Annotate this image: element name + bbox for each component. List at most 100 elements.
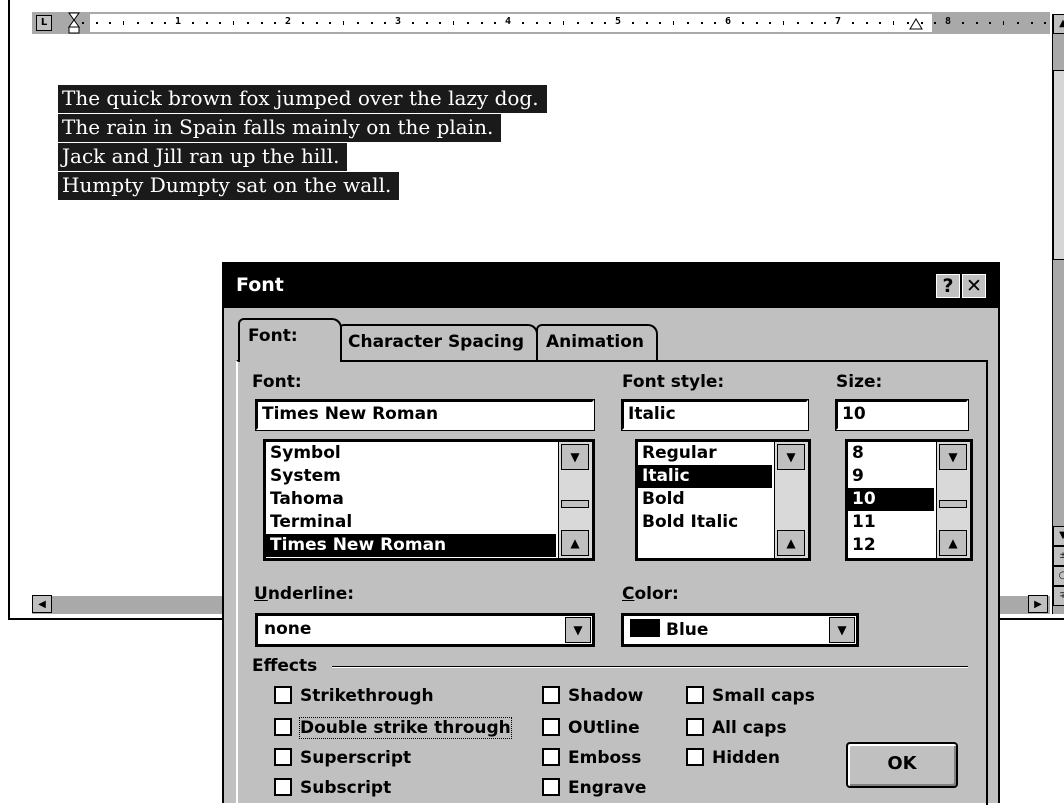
color-label: Color: [622,584,679,604]
checkbox-box[interactable] [542,748,560,766]
ruler-number: 2 [285,16,292,27]
size-list-item[interactable]: 12 [848,534,934,557]
ruler-number: 6 [725,16,732,27]
effects-label: Effects [252,656,318,676]
scroll-right-icon[interactable]: ▶ [1028,595,1048,613]
font-list-item[interactable]: Times New Roman [266,534,556,557]
ruler-number: 4 [505,16,512,27]
small-caps-checkbox[interactable]: Small caps [686,686,815,706]
size-label: Size: [836,372,883,392]
underline-value: none [264,619,312,639]
close-icon[interactable]: ✕ [962,274,986,298]
underline-select[interactable]: none ▼ [255,613,595,647]
chevron-up-icon[interactable]: ▲ [777,530,805,556]
ruler-number: 5 [615,16,622,27]
color-value: Blue [666,620,709,640]
vertical-scrollbar[interactable]: ▲ ▼ ± ○ ∓ [1052,14,1064,614]
size-list-item[interactable]: 11 [848,511,934,534]
text-line[interactable]: Humpty Dumpty sat on the wall. [58,171,547,200]
checkbox-box[interactable] [542,686,560,704]
select-browse-object-icon[interactable]: ○ [1053,566,1064,586]
previous-page-icon[interactable]: ± [1053,546,1064,566]
hidden-checkbox[interactable]: Hidden [686,748,780,768]
tab-character-spacing[interactable]: Character Spacing [338,324,538,360]
chevron-down-icon[interactable]: ▼ [777,444,805,470]
shadow-checkbox[interactable]: Shadow [542,686,643,706]
engrave-checkbox[interactable]: Engrave [542,778,646,798]
font-style-list[interactable]: Regular Italic Bold Bold Italic ▼ ▲ [635,439,811,561]
superscript-checkbox[interactable]: Superscript [274,748,411,768]
subscript-checkbox[interactable]: Subscript [274,778,391,798]
effects-divider [332,666,968,668]
text-line[interactable]: The quick brown fox jumped over the lazy… [58,84,547,113]
tab-font[interactable]: Font: [238,318,342,362]
scroll-thumb[interactable] [561,500,589,508]
tab-animation[interactable]: Animation [536,324,658,360]
checkbox-box[interactable] [542,718,560,736]
font-style-list-scrollbar[interactable]: ▼ ▲ [774,442,808,558]
chevron-down-icon[interactable]: ▼ [829,617,855,643]
ruler-number: 3 [395,16,402,27]
dialog-title: Font [236,274,284,296]
checkbox-box[interactable] [274,748,292,766]
underline-label: Underline: [254,584,355,604]
chevron-up-icon[interactable]: ▲ [561,530,589,556]
chevron-down-icon[interactable]: ▼ [561,444,589,470]
size-list[interactable]: 8 9 10 11 12 ▼ ▲ [845,439,973,561]
scroll-up-icon[interactable]: ▲ [1053,14,1064,34]
size-list-item[interactable]: 8 [848,442,934,465]
strikethrough-checkbox[interactable]: Strikethrough [274,686,434,706]
scroll-thumb[interactable] [939,500,967,508]
checkbox-box[interactable] [542,778,560,796]
chevron-down-icon[interactable]: ▼ [565,617,591,643]
color-select[interactable]: Blue ▼ [621,613,859,647]
font-list[interactable]: Symbol System Tahoma Terminal Times New Roma… [263,439,595,561]
color-swatch [630,619,660,637]
checkbox-box[interactable] [274,686,292,704]
outline-checkbox[interactable]: OUtline [542,718,640,738]
size-input[interactable]: 10 [835,399,969,431]
scroll-left-icon[interactable]: ◀ [32,595,52,613]
font-style-list-item[interactable]: Bold Italic [638,511,772,534]
chevron-down-icon[interactable]: ▼ [939,444,967,470]
text-line[interactable]: The rain in Spain falls mainly on the pl… [58,113,547,142]
font-style-input[interactable]: Italic [621,399,809,431]
checkbox-box[interactable] [274,778,292,796]
ruler-number: 1 [175,16,182,27]
checkbox-box[interactable] [686,686,704,704]
all-caps-checkbox[interactable]: All caps [686,718,787,738]
font-style-list-item[interactable]: Regular [638,442,772,465]
chevron-up-icon[interactable]: ▲ [939,530,967,556]
scroll-thumb[interactable] [1053,70,1064,260]
font-style-label: Font style: [622,372,725,392]
text-line[interactable]: Jack and Jill ran up the hill. [58,142,547,171]
document-body[interactable]: The quick brown fox jumped over the lazy… [58,84,547,200]
emboss-checkbox[interactable]: Emboss [542,748,641,768]
checkbox-box[interactable] [686,718,704,736]
dialog-titlebar[interactable]: Font ? ✕ [224,264,998,308]
next-page-icon[interactable]: ∓ [1053,586,1064,606]
help-icon[interactable]: ? [936,274,960,298]
font-list-item[interactable]: System [266,465,556,488]
ok-button[interactable]: OK [846,742,958,788]
indent-marker-icon[interactable] [68,12,80,34]
font-list-scrollbar[interactable]: ▼ ▲ [558,442,592,558]
tab-stop-selector[interactable]: L [36,15,52,31]
checkbox-box[interactable] [274,718,292,736]
size-list-item[interactable]: 10 [848,488,934,511]
font-name-input[interactable]: Times New Roman [255,399,595,431]
font-style-list-item[interactable]: Italic [638,465,772,488]
size-list-item[interactable]: 9 [848,465,934,488]
ruler-number: 7 [835,16,842,27]
size-list-scrollbar[interactable]: ▼ ▲ [936,442,970,558]
font-list-item[interactable]: Symbol [266,442,556,465]
font-list-item[interactable]: Tahoma [266,488,556,511]
font-style-list-item[interactable]: Bold [638,488,772,511]
scroll-down-icon[interactable]: ▼ [1053,526,1064,546]
ruler[interactable]: L 1 2 3 4 5 6 7 8 [32,12,1050,34]
double-strikethrough-checkbox[interactable]: Double strike through [274,717,512,739]
checkbox-box[interactable] [686,748,704,766]
right-indent-icon[interactable] [909,18,923,30]
font-list-item[interactable]: Terminal [266,511,556,534]
ruler-number: 8 [945,16,952,27]
